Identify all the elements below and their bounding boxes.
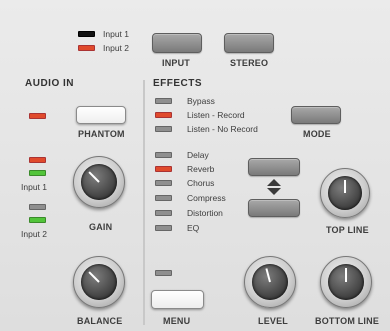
input1-label: Input 1	[21, 182, 47, 192]
effect-up-button[interactable]	[248, 158, 300, 176]
level-label: LEVEL	[258, 316, 289, 326]
input2-label: Input 2	[21, 229, 47, 239]
balance-knob-face	[81, 264, 117, 300]
effect-eq-label: EQ	[187, 223, 200, 233]
legend-input2-label: Input 2	[103, 43, 129, 53]
mode-bypass-label: Bypass	[187, 96, 215, 106]
mode-button[interactable]	[291, 106, 341, 124]
section-divider	[143, 80, 145, 325]
mode-button-label: MODE	[303, 129, 331, 139]
input2-signal-indicator	[29, 217, 46, 223]
bottom-line-knob-pointer	[345, 268, 347, 282]
effect-down-button[interactable]	[248, 199, 300, 217]
input1-signal-indicator	[29, 170, 46, 176]
phantom-button-label: PHANTOM	[78, 129, 125, 139]
effect-chorus-indicator	[155, 180, 172, 186]
effect-distortion-label: Distortion	[187, 208, 223, 218]
effect-reverb-label: Reverb	[187, 164, 215, 174]
top-line-label: TOP LINE	[326, 225, 369, 235]
up-down-arrows-icon	[267, 179, 281, 195]
input1-clip-indicator	[29, 157, 46, 163]
effect-eq-indicator	[155, 225, 172, 231]
legend-input1-indicator	[78, 31, 95, 37]
mode-listen-record-label: Listen - Record	[187, 110, 245, 120]
menu-button[interactable]	[151, 290, 204, 309]
mode-listen-no-record-indicator	[155, 126, 172, 132]
stereo-button[interactable]	[224, 33, 274, 53]
legend-input1-label: Input 1	[103, 29, 129, 39]
balance-knob[interactable]	[73, 256, 125, 308]
legend-input2-indicator	[78, 45, 95, 51]
gain-knob[interactable]	[73, 156, 125, 208]
top-line-knob[interactable]	[320, 168, 370, 218]
effects-heading: EFFECTS	[153, 78, 203, 89]
effect-compress-label: Compress	[187, 193, 226, 203]
effect-distortion-indicator	[155, 210, 172, 216]
stereo-button-label: STEREO	[230, 58, 269, 68]
input2-clip-indicator	[29, 204, 46, 210]
mode-listen-record-indicator	[155, 112, 172, 118]
level-knob-face	[252, 264, 288, 300]
effect-compress-indicator	[155, 195, 172, 201]
gain-knob-face	[81, 164, 117, 200]
phantom-button[interactable]	[76, 106, 126, 124]
effect-delay-indicator	[155, 152, 172, 158]
input-button[interactable]	[152, 33, 202, 53]
bottom-line-knob[interactable]	[320, 256, 372, 308]
top-line-knob-pointer	[344, 180, 346, 193]
effect-delay-label: Delay	[187, 150, 209, 160]
effect-reverb-indicator	[155, 166, 172, 172]
gain-label: GAIN	[89, 222, 113, 232]
device-panel: Input 1 Input 2 INPUT STEREO AUDIO IN PH…	[0, 0, 390, 331]
mode-bypass-indicator	[155, 98, 172, 104]
level-knob[interactable]	[244, 256, 296, 308]
balance-label: BALANCE	[77, 316, 123, 326]
mode-listen-no-record-label: Listen - No Record	[187, 124, 258, 134]
effect-chorus-label: Chorus	[187, 178, 215, 188]
bottom-line-label: BOTTOM LINE	[315, 316, 380, 326]
audio-in-heading: AUDIO IN	[25, 78, 74, 89]
input-button-label: INPUT	[162, 58, 190, 68]
menu-indicator	[155, 270, 172, 276]
phantom-indicator	[29, 113, 46, 119]
menu-button-label: MENU	[163, 316, 191, 326]
